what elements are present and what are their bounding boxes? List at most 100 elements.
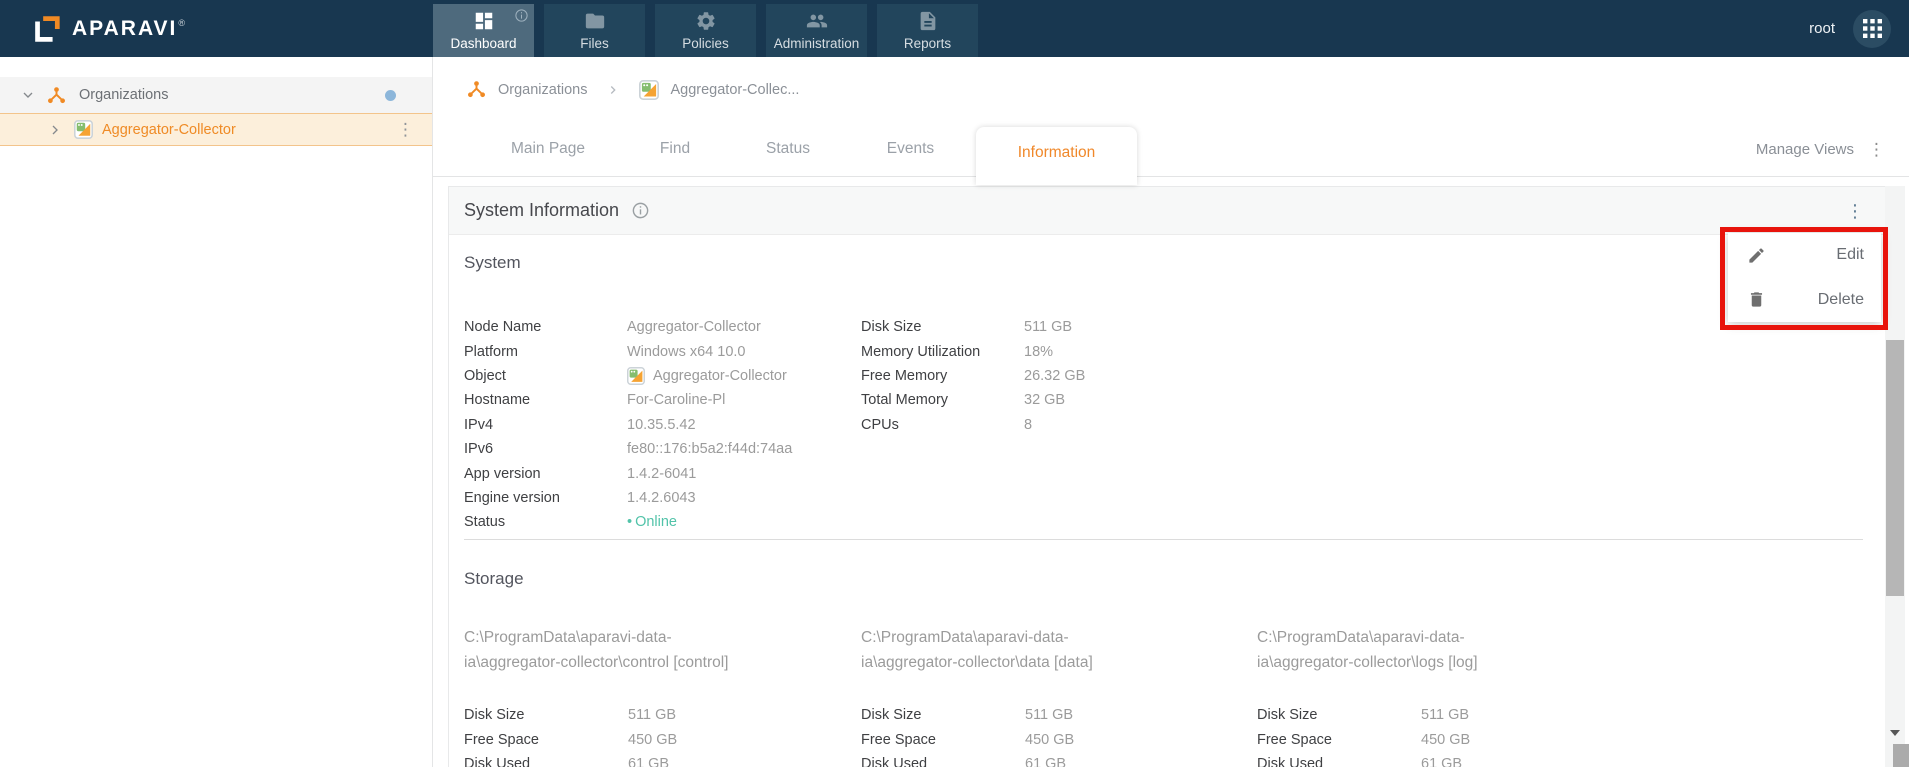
system-fields-right: Disk Size 511 GB Memory Utilization 18% Fr… <box>861 315 1085 437</box>
menu-item-edit[interactable]: Edit <box>1728 233 1881 278</box>
menu-item-delete[interactable]: Delete <box>1728 278 1881 323</box>
row-kebab-menu-icon[interactable]: ⋮ <box>397 121 414 138</box>
system-fields-left: Node Name Aggregator-Collector Platform Wi… <box>464 315 792 535</box>
dashboard-icon <box>475 12 492 30</box>
section-heading-storage: Storage <box>464 569 524 588</box>
volume-path: C:\ProgramData\aparavi-data-ia\aggregato… <box>1257 629 1478 671</box>
chevron-right-icon <box>606 83 620 97</box>
sidebar-item-aggregator-collector[interactable]: Aggregator-Collector ⋮ <box>0 113 432 146</box>
panel-header: System Information ⋮ <box>449 187 1904 235</box>
field-row-status: Status • Online <box>464 514 677 531</box>
nav-tab-label: Administration <box>773 36 860 51</box>
volume-path: C:\ProgramData\aparavi-data-ia\aggregato… <box>464 629 729 671</box>
username-label: root <box>1809 20 1835 37</box>
field-row: Hostname For-Caroline-Pl <box>464 392 726 409</box>
panel-title: System Information <box>464 200 620 220</box>
nav-tab-policies[interactable]: Policies <box>655 4 756 57</box>
sidebar-item-label: Aggregator-Collector <box>102 121 236 138</box>
field-row: Engine version 1.4.2.6043 <box>464 489 696 506</box>
breadcrumb: Organizations Aggregator-Collec... <box>433 57 1909 122</box>
field-row: Free Space 450 GB <box>1257 731 1471 748</box>
storage-volume-logs: C:\ProgramData\aparavi-data-ia\aggregato… <box>1257 625 1609 767</box>
logo-registered-mark: ® <box>178 17 186 28</box>
aggregator-collector-icon <box>627 366 645 385</box>
field-row: Disk Size 511 GB <box>464 707 677 724</box>
org-tree-sidebar: Organizations Aggregator-Collector ⋮ <box>0 57 433 767</box>
sidebar-item-label: Organizations <box>79 87 169 103</box>
nav-tab-label: Reports <box>903 36 952 51</box>
panel-context-menu: Edit Delete <box>1728 233 1881 322</box>
storage-volume-control: C:\ProgramData\aparavi-data-ia\aggregato… <box>464 625 816 767</box>
tab-status[interactable]: Status <box>738 122 838 176</box>
app-header: APARAVI ® Dashboard Files Policies Admini… <box>0 0 1909 57</box>
info-badge-icon[interactable] <box>514 8 529 23</box>
breadcrumb-current-node[interactable]: Aggregator-Collec... <box>670 82 799 98</box>
app-window: APARAVI ® Dashboard Files Policies Admini… <box>0 0 1909 767</box>
field-row: Memory Utilization 18% <box>861 343 1054 360</box>
field-row: Free Memory 26.32 GB <box>861 367 1086 384</box>
organizations-icon <box>48 86 65 103</box>
nav-tab-label: Dashboard <box>450 36 517 51</box>
field-row-object: Object Aggregator-Collector <box>464 366 787 385</box>
nav-tab-administration[interactable]: Administration <box>766 4 867 57</box>
report-icon <box>920 11 935 31</box>
section-heading-system: System <box>464 253 521 272</box>
field-row: Node Name Aggregator-Collector <box>464 319 761 336</box>
folder-icon <box>585 13 604 29</box>
status-online-value: • Online <box>627 514 677 531</box>
breadcrumb-organizations[interactable]: Organizations <box>498 82 587 98</box>
information-content: System Information ⋮ System Node Name Agg… <box>433 177 1909 767</box>
manage-views-kebab-icon[interactable]: ⋮ <box>1868 141 1885 158</box>
field-row: Disk Size 511 GB <box>861 707 1074 724</box>
nav-tab-files[interactable]: Files <box>544 4 645 57</box>
tab-events[interactable]: Events <box>858 122 963 176</box>
tab-information[interactable]: Information <box>976 127 1137 185</box>
view-tabbar: Main Page Find Status Events Information… <box>433 122 1909 185</box>
nav-tab-dashboard[interactable]: Dashboard <box>433 4 534 57</box>
trash-icon <box>1750 292 1763 307</box>
field-row: Free Space 450 GB <box>861 731 1075 748</box>
system-information-panel: System Information ⋮ System Node Name Agg… <box>448 186 1905 767</box>
main-area: Organizations Aggregator-Collec... Main … <box>433 57 1909 767</box>
apps-grid-icon <box>1862 19 1882 38</box>
aparavi-logo-icon <box>35 15 60 42</box>
nav-tab-label: Files <box>580 36 609 51</box>
tab-main-page[interactable]: Main Page <box>493 122 603 176</box>
nav-tab-label: Policies <box>682 36 729 51</box>
field-row: App version 1.4.2-6041 <box>464 465 697 482</box>
section-divider <box>464 539 1863 540</box>
chevron-down-icon[interactable] <box>20 87 36 103</box>
aparavi-logo: APARAVI ® <box>0 0 433 57</box>
vertical-scrollbar-thumb[interactable] <box>1886 340 1904 596</box>
gear-icon <box>696 12 715 30</box>
field-row: IPv4 10.35.5.42 <box>464 416 696 433</box>
info-icon[interactable] <box>631 201 650 220</box>
field-row: Platform Windows x64 10.0 <box>464 343 746 360</box>
status-badge-dot <box>385 89 396 101</box>
chevron-right-icon[interactable] <box>47 122 63 138</box>
field-row: Disk Used 61 GB <box>861 756 1067 767</box>
aggregator-collector-icon <box>639 79 660 100</box>
scrollbar-down-arrow[interactable] <box>1885 724 1905 742</box>
field-row: Free Space 450 GB <box>464 731 678 748</box>
pencil-icon <box>1749 248 1764 263</box>
sidebar-item-organizations[interactable]: Organizations <box>0 77 432 113</box>
people-icon <box>806 14 827 28</box>
logo-text: APARAVI <box>72 16 178 40</box>
field-row: Disk Used 61 GB <box>464 756 670 767</box>
storage-volume-data: C:\ProgramData\aparavi-data-ia\aggregato… <box>861 625 1213 767</box>
field-row: IPv6 fe80::176:b5a2:f44d:74aa <box>464 441 793 458</box>
apps-grid-button[interactable] <box>1853 9 1891 48</box>
aggregator-collector-icon <box>74 120 93 139</box>
manage-views-button[interactable]: Manage Views <box>1756 141 1854 158</box>
nav-tab-reports[interactable]: Reports <box>877 4 978 57</box>
tab-find[interactable]: Find <box>629 122 721 176</box>
field-row: Total Memory 32 GB <box>861 392 1066 409</box>
status-dot: • <box>627 514 633 531</box>
field-row: CPUs 8 <box>861 416 1033 433</box>
field-row: Disk Size 511 GB <box>861 319 1073 336</box>
field-row: Disk Used 61 GB <box>1257 756 1463 767</box>
scrollbar-corner <box>1893 744 1909 767</box>
organizations-icon <box>468 81 485 98</box>
panel-kebab-menu-icon[interactable]: ⋮ <box>1846 202 1864 220</box>
